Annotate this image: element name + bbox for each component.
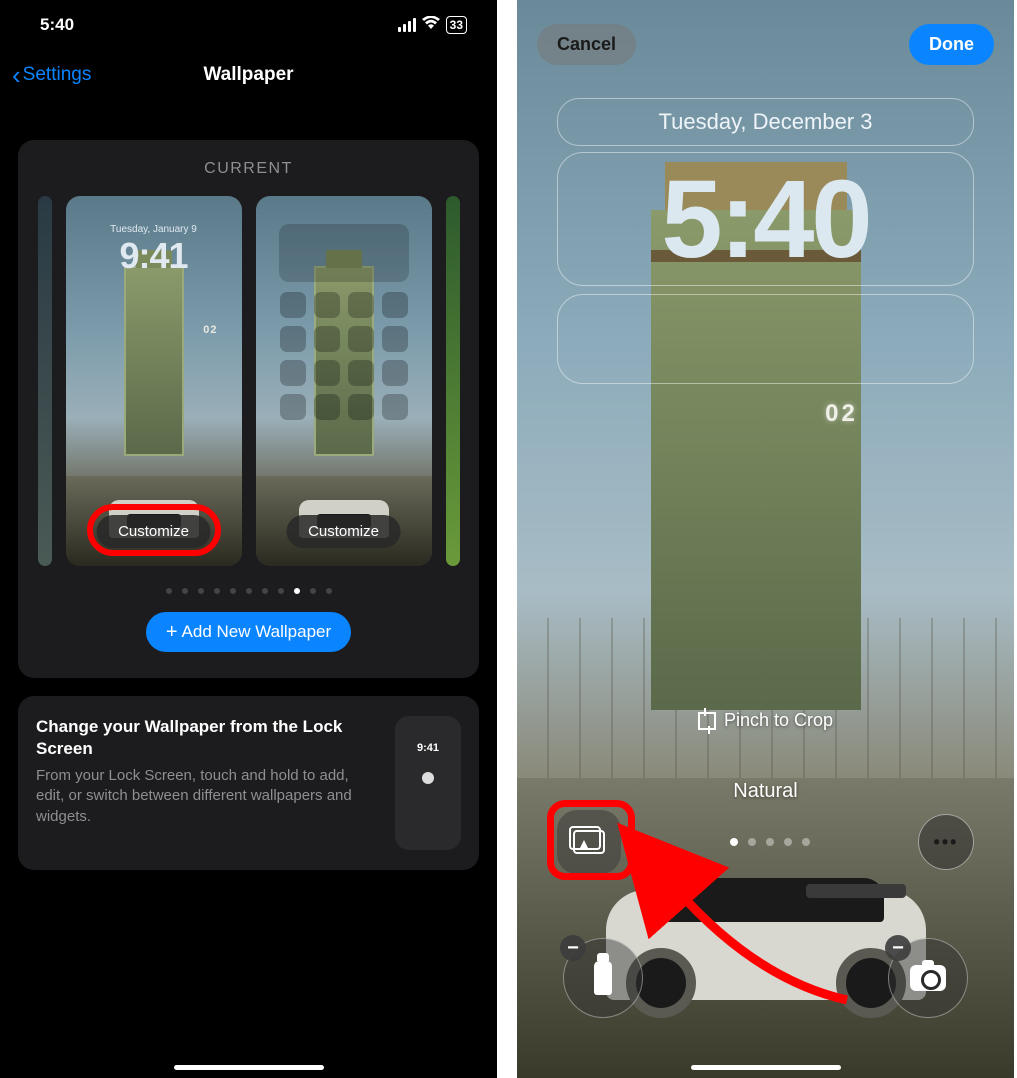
status-indicators: 33	[398, 16, 467, 35]
home-app-grid	[280, 292, 408, 420]
card-heading: CURRENT	[28, 160, 469, 178]
add-wallpaper-label: Add New Wallpaper	[182, 622, 332, 642]
lock-shortcuts-row: − −	[517, 938, 1014, 1018]
preview-date: Tuesday, January 9	[110, 224, 197, 235]
pinch-to-crop-hint: Pinch to Crop	[517, 710, 1014, 731]
lock-date-widget[interactable]: Tuesday, December 3	[557, 98, 974, 146]
status-time: 5:40	[40, 15, 74, 35]
prev-wallpaper-peek[interactable]	[38, 196, 52, 566]
wifi-icon	[422, 16, 440, 35]
current-wallpaper-card: CURRENT Tuesday, January 9 9:41 02 Custo…	[18, 140, 479, 678]
lock-time-text: 5:40	[661, 156, 869, 283]
back-label: Settings	[23, 64, 92, 86]
preview-time: 9:41	[119, 235, 187, 277]
photos-icon	[573, 830, 605, 854]
remove-badge[interactable]: −	[560, 935, 586, 961]
back-button[interactable]: ‹ Settings	[12, 62, 91, 88]
lock-screen-tip-card: Change your Wallpaper from the Lock Scre…	[18, 696, 479, 870]
nav-header: ‹ Settings Wallpaper	[0, 50, 497, 100]
done-button[interactable]: Done	[909, 24, 994, 65]
home-widget-placeholder	[279, 224, 409, 282]
tip-illustration: 9:41	[395, 716, 461, 850]
editor-bottom-controls: •••	[517, 810, 1014, 874]
battery-icon: 33	[446, 16, 467, 34]
crop-icon	[698, 712, 716, 730]
tip-body: From your Lock Screen, touch and hold to…	[36, 766, 381, 827]
cellular-signal-icon	[398, 18, 416, 32]
wallpaper-02-label: 02	[825, 400, 858, 428]
photos-picker-button[interactable]	[557, 810, 621, 874]
lock-screen-editor: 02 Cancel Done Tuesday, December 3 5:40 …	[517, 0, 1014, 1078]
lock-time-widget[interactable]: 5:40	[557, 152, 974, 286]
more-options-button[interactable]: •••	[918, 814, 974, 870]
page-indicator[interactable]	[28, 588, 469, 594]
pinch-label: Pinch to Crop	[724, 710, 833, 731]
ellipsis-icon: •••	[934, 832, 959, 853]
wallpaper-tower	[124, 266, 184, 456]
lock-screen-preview[interactable]: Tuesday, January 9 9:41 02 Customize	[66, 196, 242, 566]
home-indicator[interactable]	[691, 1065, 841, 1070]
tip-mini-time: 9:41	[417, 742, 439, 754]
camera-icon	[910, 965, 946, 991]
chevron-left-icon: ‹	[12, 62, 21, 88]
wallpaper-previews[interactable]: Tuesday, January 9 9:41 02 Customize	[28, 196, 469, 566]
add-new-wallpaper-button[interactable]: + Add New Wallpaper	[146, 612, 351, 652]
customize-home-button[interactable]: Customize	[286, 515, 401, 548]
plus-icon: +	[166, 622, 178, 642]
home-screen-preview[interactable]: Customize	[256, 196, 432, 566]
lock-widgets-area[interactable]	[557, 294, 974, 384]
filter-page-dots[interactable]	[730, 838, 810, 846]
flashlight-shortcut[interactable]: −	[563, 938, 643, 1018]
lock-date-text: Tuesday, December 3	[659, 109, 873, 135]
wallpaper-02-label: 02	[203, 324, 217, 336]
status-bar: 5:40 33	[0, 0, 497, 50]
editor-top-bar: Cancel Done	[517, 24, 1014, 65]
next-wallpaper-peek[interactable]	[446, 196, 460, 566]
settings-wallpaper-screen: 5:40 33 ‹ Settings Wallpaper CURRENT Tue…	[0, 0, 497, 1078]
customize-lock-button[interactable]: Customize	[96, 515, 211, 548]
filter-name-label: Natural	[517, 780, 1014, 803]
tip-touch-dot	[422, 772, 434, 784]
camera-shortcut[interactable]: −	[888, 938, 968, 1018]
cancel-button[interactable]: Cancel	[537, 24, 636, 65]
tip-title: Change your Wallpaper from the Lock Scre…	[36, 716, 381, 760]
flashlight-icon	[594, 961, 612, 995]
remove-badge[interactable]: −	[885, 935, 911, 961]
home-indicator[interactable]	[174, 1065, 324, 1070]
